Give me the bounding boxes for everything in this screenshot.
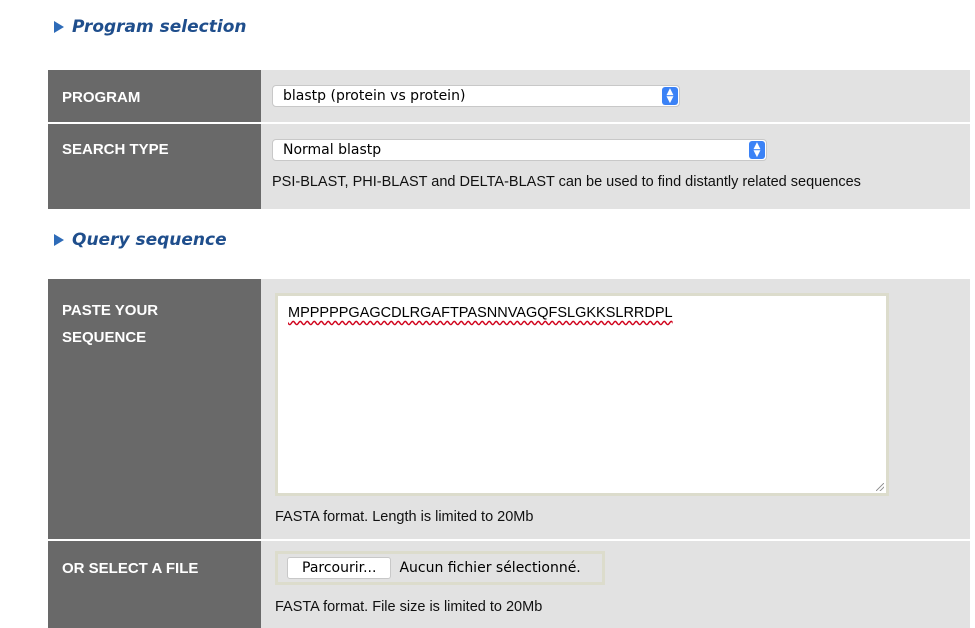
program-selected-value: blastp (protein vs protein)	[283, 88, 466, 104]
file-input[interactable]: Parcourir... Aucun fichier sélectionné.	[275, 551, 605, 585]
select-arrows-icon: ▲ ▼	[662, 87, 678, 105]
query-sequence-heading[interactable]: Query sequence	[54, 230, 227, 250]
search-type-selected-value: Normal blastp	[283, 142, 382, 158]
search-type-label: SEARCH TYPE	[48, 124, 261, 209]
browse-button[interactable]: Parcourir...	[287, 557, 392, 579]
select-file-label: OR SELECT A FILE	[48, 541, 261, 628]
program-selection-heading[interactable]: Program selection	[54, 17, 246, 37]
program-label: PROGRAM	[48, 70, 261, 123]
paste-sequence-label-line2: SEQUENCE	[62, 329, 147, 346]
paste-sequence-hint: FASTA format. Length is limited to 20Mb	[275, 509, 534, 525]
paste-sequence-label: PASTE YOUR SEQUENCE	[48, 279, 261, 540]
expand-triangle-icon	[54, 234, 64, 246]
program-value-cell: blastp (protein vs protein) ▲ ▼	[261, 70, 970, 123]
program-selection-title: Program selection	[72, 17, 247, 37]
sequence-text: MPPPPPGAGCDLRGAFTPASNNVAGQFSLGKKSLRRDPL	[288, 305, 673, 321]
select-file-hint: FASTA format. File size is limited to 20…	[275, 599, 543, 615]
program-row: PROGRAM blastp (protein vs protein) ▲ ▼	[48, 70, 970, 123]
file-status: Aucun fichier sélectionné.	[399, 560, 581, 576]
search-type-hint: PSI-BLAST, PHI-BLAST and DELTA-BLAST can…	[272, 174, 861, 190]
paste-sequence-label-line1: PASTE YOUR	[62, 302, 159, 319]
expand-triangle-icon	[54, 21, 64, 33]
search-type-select[interactable]: Normal blastp ▲ ▼	[272, 139, 767, 161]
search-type-row: SEARCH TYPE Normal blastp ▲ ▼ PSI-BLAST, …	[48, 124, 970, 209]
query-sequence-title: Query sequence	[72, 230, 227, 250]
program-select[interactable]: blastp (protein vs protein) ▲ ▼	[272, 85, 680, 107]
resize-handle-icon[interactable]	[876, 483, 884, 491]
search-type-value-cell: Normal blastp ▲ ▼ PSI-BLAST, PHI-BLAST an…	[261, 124, 970, 209]
sequence-textarea[interactable]: MPPPPPGAGCDLRGAFTPASNNVAGQFSLGKKSLRRDPL	[275, 293, 889, 496]
select-arrows-icon: ▲ ▼	[749, 141, 765, 159]
